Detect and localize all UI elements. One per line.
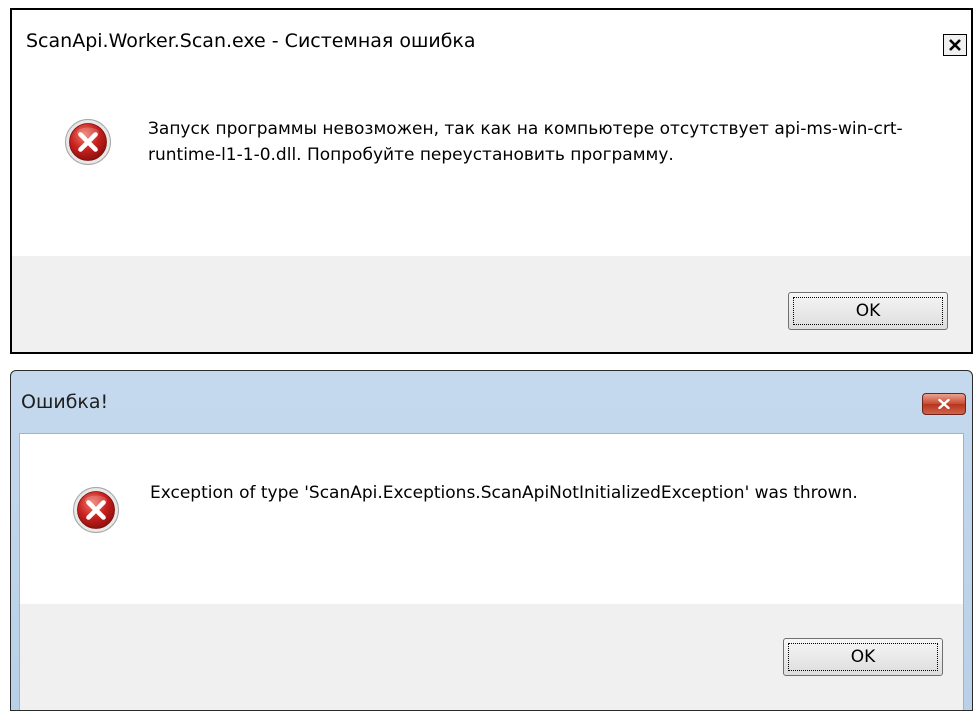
ok-button[interactable]: OK (783, 638, 943, 676)
close-icon (949, 39, 961, 51)
close-button[interactable] (922, 393, 966, 415)
title-bar[interactable]: ScanApi.Worker.Scan.exe - Системная ошиб… (12, 10, 971, 76)
title-bar[interactable]: Ошибка! (11, 371, 972, 433)
dialog-title: ScanApi.Worker.Scan.exe - Системная ошиб… (26, 30, 476, 52)
close-button[interactable] (943, 34, 967, 56)
ok-button-label: OK (788, 643, 938, 671)
dialog-footer: OK (20, 604, 963, 710)
error-icon (73, 487, 119, 533)
exception-dialog: Ошибка! Exception of type 'ScanApi.Excep… (10, 370, 973, 711)
error-message: Запуск программы невозможен, так как на … (148, 119, 903, 165)
system-error-dialog: ScanApi.Worker.Scan.exe - Системная ошиб… (10, 8, 973, 354)
dialog-footer: OK (12, 256, 971, 352)
dialog-body: Exception of type 'ScanApi.Exceptions.Sc… (19, 433, 964, 710)
close-icon (938, 399, 950, 409)
ok-button-label: OK (793, 297, 943, 325)
ok-button[interactable]: OK (788, 292, 948, 330)
dialog-content: Exception of type 'ScanApi.Exceptions.Sc… (20, 434, 963, 604)
dialog-title: Ошибка! (21, 391, 109, 413)
error-message: Exception of type 'ScanApi.Exceptions.Sc… (150, 483, 858, 503)
error-icon (65, 119, 111, 165)
dialog-content: Запуск программы невозможен, так как на … (12, 76, 971, 256)
